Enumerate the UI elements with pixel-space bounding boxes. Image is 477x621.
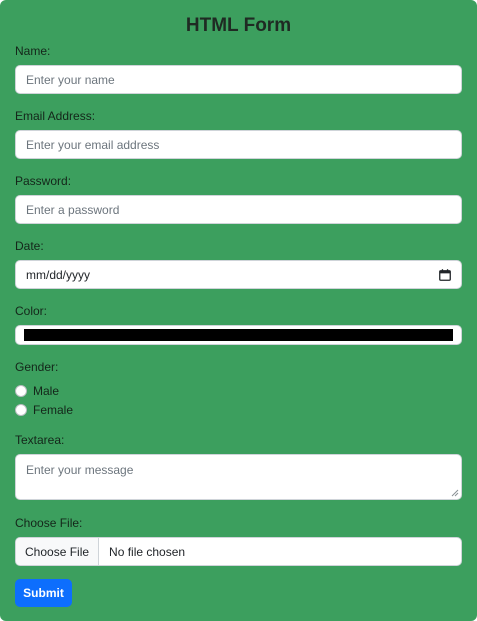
submit-button[interactable]: Submit	[15, 579, 72, 607]
color-group: Color:	[15, 304, 462, 345]
gender-option-female[interactable]: Female	[15, 402, 462, 418]
male-label: Male	[33, 384, 60, 398]
message-textarea[interactable]: Enter your message	[15, 454, 462, 500]
name-placeholder: Enter your name	[26, 72, 115, 87]
password-input[interactable]: Enter a password	[15, 195, 462, 224]
name-group: Name: Enter your name	[15, 44, 462, 94]
date-label: Date:	[15, 239, 44, 253]
female-radio[interactable]	[15, 404, 27, 416]
gender-option-male[interactable]: Male	[15, 383, 462, 399]
email-placeholder: Enter your email address	[26, 137, 160, 152]
form-title: HTML Form	[185, 15, 292, 36]
file-label: Choose File:	[15, 516, 83, 530]
date-value: mm/dd/yyyy	[26, 267, 91, 282]
choose-file-button[interactable]: Choose File	[16, 538, 100, 565]
textarea-placeholder: Enter your message	[26, 463, 134, 477]
password-label: Password:	[15, 174, 72, 188]
email-group: Email Address: Enter your email address	[15, 109, 462, 159]
textarea-label: Textarea:	[15, 433, 65, 447]
color-label: Color:	[15, 304, 48, 318]
resize-grip-icon[interactable]	[451, 489, 459, 497]
gender-label: Gender:	[15, 360, 59, 374]
file-input[interactable]: Choose File No file chosen	[15, 537, 462, 566]
file-status: No file chosen	[109, 544, 186, 559]
date-group: Date: mm/dd/yyyy	[15, 239, 462, 289]
color-swatch	[24, 329, 453, 341]
email-label: Email Address:	[15, 109, 96, 123]
password-placeholder: Enter a password	[26, 202, 120, 217]
email-input[interactable]: Enter your email address	[15, 130, 462, 159]
female-label: Female	[33, 403, 74, 417]
html-form-card: HTML Form Name: Enter your name Email Ad…	[0, 0, 477, 621]
textarea-group: Textarea: Enter your message	[15, 433, 462, 500]
calendar-icon[interactable]	[439, 268, 451, 281]
name-input[interactable]: Enter your name	[15, 65, 462, 94]
password-group: Password: Enter a password	[15, 174, 462, 224]
male-radio[interactable]	[15, 385, 27, 397]
gender-group: Gender: Male Female	[15, 360, 462, 421]
name-label: Name:	[15, 44, 51, 58]
file-group: Choose File: Choose File No file chosen	[15, 516, 462, 566]
color-input[interactable]	[15, 325, 462, 345]
date-input[interactable]: mm/dd/yyyy	[15, 260, 462, 289]
